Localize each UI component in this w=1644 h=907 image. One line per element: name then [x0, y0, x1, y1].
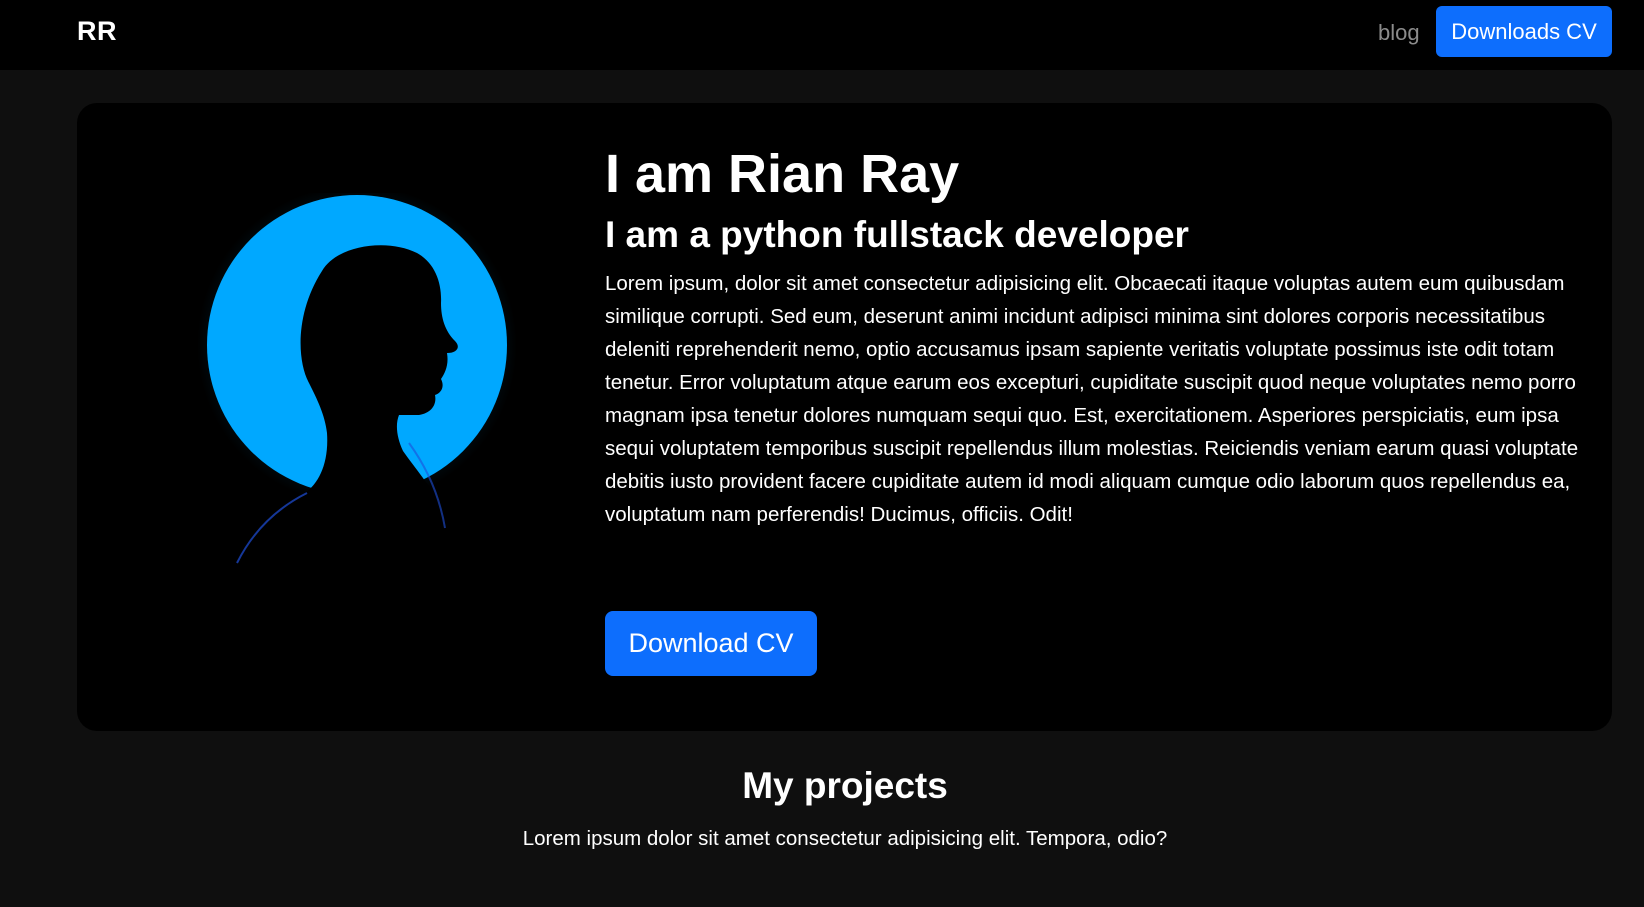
nav-download-cv-button[interactable]: Downloads CV: [1436, 6, 1612, 57]
hero-description: Lorem ipsum, dolor sit amet consectetur …: [605, 272, 1579, 526]
hero-title: I am Rian Ray: [605, 144, 960, 204]
nav-link-blog[interactable]: blog: [1378, 20, 1420, 46]
projects-subtitle: Lorem ipsum dolor sit amet consectetur a…: [522, 827, 1168, 850]
hero-subtitle: I am a python fullstack developer: [605, 214, 1189, 255]
hero-download-cv-button[interactable]: Download CV: [605, 611, 817, 676]
profile-silhouette-image: [187, 185, 527, 593]
profile-silhouette-graphic: [197, 185, 517, 593]
brand-logo[interactable]: RR: [77, 16, 117, 47]
navbar: RR blog Downloads CV: [0, 0, 1644, 70]
hero-text-block: I am Rian Ray I am a python fullstack de…: [605, 143, 1595, 531]
hero-card: I am Rian Ray I am a python fullstack de…: [77, 103, 1612, 731]
projects-title: My projects: [742, 765, 948, 806]
